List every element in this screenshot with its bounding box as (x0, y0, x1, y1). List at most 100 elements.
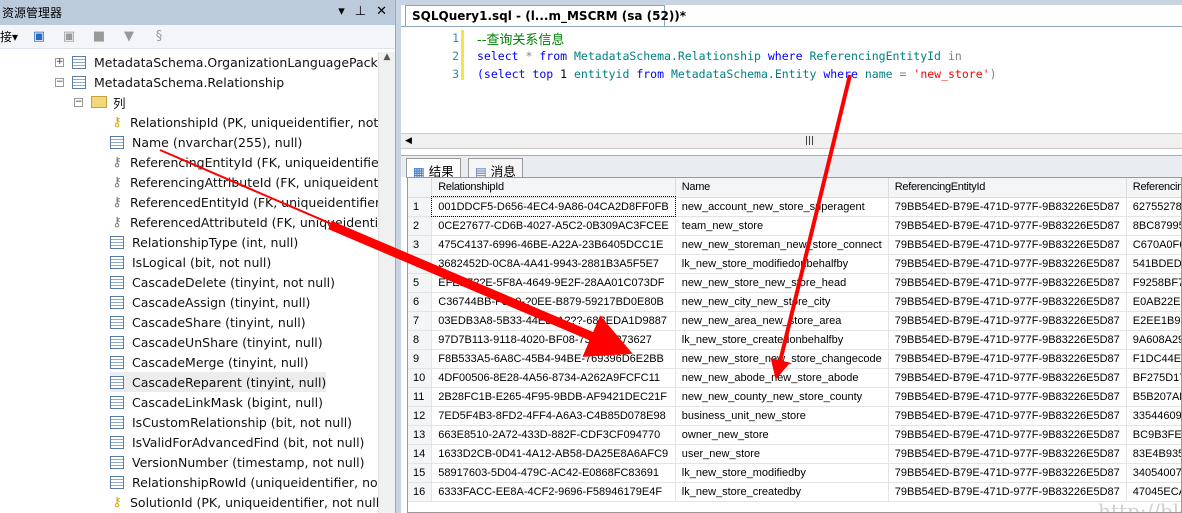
row-number[interactable]: 8 (408, 330, 433, 350)
table-row[interactable]: 16 6333FACC-EE8A-4CF2-9696-F58946179E4F lk… (408, 482, 1181, 502)
tree-node-column[interactable]: IsCustomRelationship (bit, not null) (110, 412, 352, 432)
table-cell[interactable]: 79BB54ED-B79E-471D-977F-9B83226E5D87 (888, 349, 1127, 369)
table-cell[interactable]: 1633D2CB-0D41-4A12-AB58-DA25E8A6AFC9 (431, 444, 676, 464)
row-number[interactable]: 6 (408, 292, 433, 312)
vertical-scrollbar[interactable]: ▲ (378, 52, 395, 513)
table-cell[interactable]: 34054007- (1126, 463, 1181, 483)
expand-icon[interactable]: + (55, 57, 64, 67)
table-cell[interactable]: 9A608A29 (1126, 330, 1181, 350)
connect-button[interactable]: 接▾ (0, 28, 18, 45)
tree-node-column[interactable]: VersionNumber (timestamp, not null) (110, 452, 365, 472)
table-cell[interactable]: new_new_city_new_store_city (675, 292, 889, 312)
table-cell[interactable]: 663E8510-2A72-433D-882F-CDF3CF094770 (431, 425, 676, 445)
table-cell[interactable]: 62755278- (1126, 197, 1181, 217)
row-number[interactable]: 4 (408, 254, 433, 274)
table-cell[interactable]: 2B28FC1B-E265-4F95-9BDB-AF9421DEC21F (431, 387, 676, 407)
tree-node-column[interactable]: RelationshipRowId (uniqueidentifier, not… (110, 472, 378, 492)
tree-node-column[interactable]: ⚷ RelationshipId (PK, uniqueidentifier, n… (110, 112, 378, 132)
table-cell[interactable]: E2EE1B9F (1126, 311, 1181, 331)
tree-node-column[interactable]: ⚷ ReferencedEntityId (FK, uniqueidentifie… (110, 192, 378, 212)
row-number[interactable]: 12 (408, 406, 433, 426)
table-cell[interactable]: 79BB54ED-B79E-471D-977F-9B83226E5D87 (888, 273, 1127, 293)
table-cell[interactable]: 6333FACC-EE8A-4CF2-9696-F58946179E4F (431, 482, 676, 502)
table-cell[interactable]: 79BB54ED-B79E-471D-977F-9B83226E5D87 (888, 292, 1127, 312)
table-cell[interactable]: team_new_store (675, 216, 889, 236)
row-number[interactable]: 10 (408, 368, 433, 388)
row-number-header[interactable] (408, 178, 433, 198)
table-cell[interactable]: lk_new_store_createdby (675, 482, 889, 502)
table-row[interactable]: 15 58917603-5D04-479C-AC42-E0868FC83691 lk… (408, 463, 1181, 483)
table-cell[interactable]: F9258BF7- (1126, 273, 1181, 293)
table-row[interactable]: 7 03EDB3A8-5B33-44ED-A???-68BEDA1D9887 new… (408, 311, 1181, 331)
table-cell[interactable]: 79BB54ED-B79E-471D-977F-9B83226E5D87 (888, 197, 1127, 217)
table-cell[interactable]: BF275D17 (1126, 368, 1181, 388)
tree-node-column[interactable]: CascadeDelete (tinyint, not null) (110, 272, 335, 292)
table-cell[interactable]: new_new_storeman_new_store_connect (675, 235, 889, 255)
tree-node-column[interactable]: IsLogical (bit, not null) (110, 252, 271, 272)
column-header[interactable]: ReferencingEntityId (888, 178, 1127, 198)
table-cell[interactable]: lk_new_store_createdonbehalfby (675, 330, 889, 350)
table-cell[interactable]: 3682452D-0C8A-4A41-9943-2881B3A5F5E7 (431, 254, 676, 274)
table-row[interactable]: 6 C36744BB-F3A0-?0EE-B879-59217BD0E80B new… (408, 292, 1181, 312)
table-cell[interactable]: F8B533A5-6A8C-45B4-94BE-769396D6E2BB (431, 349, 676, 369)
table-cell[interactable]: 001DDCF5-D656-4EC4-9A86-04CA2D8FF0FB (430, 196, 677, 217)
table-cell[interactable]: 79BB54ED-B79E-471D-977F-9B83226E5D87 (888, 216, 1127, 236)
table-row[interactable]: 12 7ED5F4B3-8FD2-4FF4-A6A3-C4B85D078E98 bu… (408, 406, 1181, 426)
table-row[interactable]: 11 2B28FC1B-E265-4F95-9BDB-AF9421DEC21F ne… (408, 387, 1181, 407)
column-header[interactable]: Referencin (1126, 178, 1181, 198)
table-cell[interactable]: new_account_new_store_superagent (675, 197, 889, 217)
tree-node-column[interactable]: CascadeShare (tinyint, null) (110, 312, 306, 332)
table-row[interactable]: 9 F8B533A5-6A8C-45B4-94BE-769396D6E2BB new… (408, 349, 1181, 369)
table-cell[interactable]: 79BB54ED-B79E-471D-977F-9B83226E5D87 (888, 444, 1127, 464)
table-row[interactable]: 1 001DDCF5-D656-4EC4-9A86-04CA2D8FF0FB new… (408, 196, 1181, 217)
table-cell[interactable]: 79BB54ED-B79E-471D-977F-9B83226E5D87 (888, 425, 1127, 445)
table-row[interactable]: 2 0CE27677-CD6B-4027-A5C2-0B309AC3FCEE tea… (408, 216, 1181, 236)
tree-node-column[interactable]: ⚷ ReferencedAttributeId (FK, uniqueidenti… (110, 212, 378, 232)
table-cell[interactable]: 8BC87995 (1126, 216, 1181, 236)
connect-icon[interactable]: ▣ (30, 29, 48, 45)
table-cell[interactable]: 79BB54ED-B79E-471D-977F-9B83226E5D87 (888, 311, 1127, 331)
table-cell[interactable]: 79BB54ED-B79E-471D-977F-9B83226E5D87 (888, 235, 1127, 255)
table-cell[interactable]: 33544609- (1126, 406, 1181, 426)
table-cell[interactable]: 7ED5F4B3-8FD2-4FF4-A6A3-C4B85D078E98 (431, 406, 676, 426)
script-icon[interactable]: § (150, 29, 168, 45)
row-number[interactable]: 3 (408, 235, 433, 255)
row-number[interactable]: 16 (408, 482, 433, 502)
table-cell[interactable]: 79BB54ED-B79E-471D-977F-9B83226E5D87 (888, 482, 1127, 502)
table-cell[interactable]: lk_new_store_modifiedby (675, 463, 889, 483)
tree-node-column[interactable]: Name (nvarchar(255), null) (110, 132, 302, 152)
tree-node-column[interactable]: RelationshipType (int, null) (110, 232, 298, 252)
tab-results[interactable]: ▦ 结果 (406, 158, 461, 179)
table-cell[interactable]: 79BB54ED-B79E-471D-977F-9B83226E5D87 (888, 368, 1127, 388)
tab-messages[interactable]: ▤ 消息 (468, 158, 523, 179)
scroll-left-icon[interactable]: ◀ (405, 136, 412, 146)
column-header[interactable]: Name (675, 178, 889, 198)
close-icon[interactable]: ✕ (376, 4, 387, 19)
table-row[interactable]: 5 EFEE7??E-5F8A-4649-9E2F-28AA01C073DF new… (408, 273, 1181, 293)
tree-node-column[interactable]: ⚷ ReferencingEntityId (FK, uniqueidentifi… (110, 152, 378, 172)
tree-node-column[interactable]: IsValidForAdvancedFind (bit, not null) (110, 432, 364, 452)
row-number[interactable]: 7 (408, 311, 433, 331)
horizontal-scrollbar[interactable]: ◀ ||| (401, 133, 1182, 149)
tree-node-column[interactable]: CascadeLinkMask (bigint, null) (110, 392, 323, 412)
table-row[interactable]: 4 3682452D-0C8A-4A41-9943-2881B3A5F5E7 lk_… (408, 254, 1181, 274)
tree-node-columns-folder[interactable]: − 列 (74, 92, 126, 112)
table-row[interactable]: 13 663E8510-2A72-433D-882F-CDF3CF094770 ow… (408, 425, 1181, 445)
table-cell[interactable]: 03EDB3A8-5B33-44ED-A???-68BEDA1D9887 (431, 311, 676, 331)
row-number[interactable]: 11 (408, 387, 433, 407)
tree-node-column[interactable]: CascadeMerge (tinyint, null) (110, 352, 309, 372)
table-cell[interactable]: 79BB54ED-B79E-471D-977F-9B83226E5D87 (888, 254, 1127, 274)
results-grid[interactable]: RelationshipId Name ReferencingEntityId … (407, 177, 1182, 513)
table-cell[interactable]: 58917603-5D04-479C-AC42-E0868FC83691 (431, 463, 676, 483)
table-cell[interactable]: 4DF00506-8E28-4A56-8734-A262A9FCFC11 (431, 368, 676, 388)
table-cell[interactable]: owner_new_store (675, 425, 889, 445)
table-cell[interactable]: 79BB54ED-B79E-471D-977F-9B83226E5D87 (888, 330, 1127, 350)
filter-icon[interactable]: ▼ (120, 29, 138, 45)
row-number[interactable]: 15 (408, 463, 433, 483)
tree-node-column[interactable]: CascadeReparent (tinyint, null) (110, 372, 327, 392)
row-number[interactable]: 14 (408, 444, 433, 464)
table-cell[interactable]: F1DC44E2 (1126, 349, 1181, 369)
collapse-icon[interactable]: − (74, 97, 83, 107)
table-cell[interactable]: 79BB54ED-B79E-471D-977F-9B83226E5D87 (888, 406, 1127, 426)
table-cell[interactable]: new_new_store_new_store_head (675, 273, 889, 293)
